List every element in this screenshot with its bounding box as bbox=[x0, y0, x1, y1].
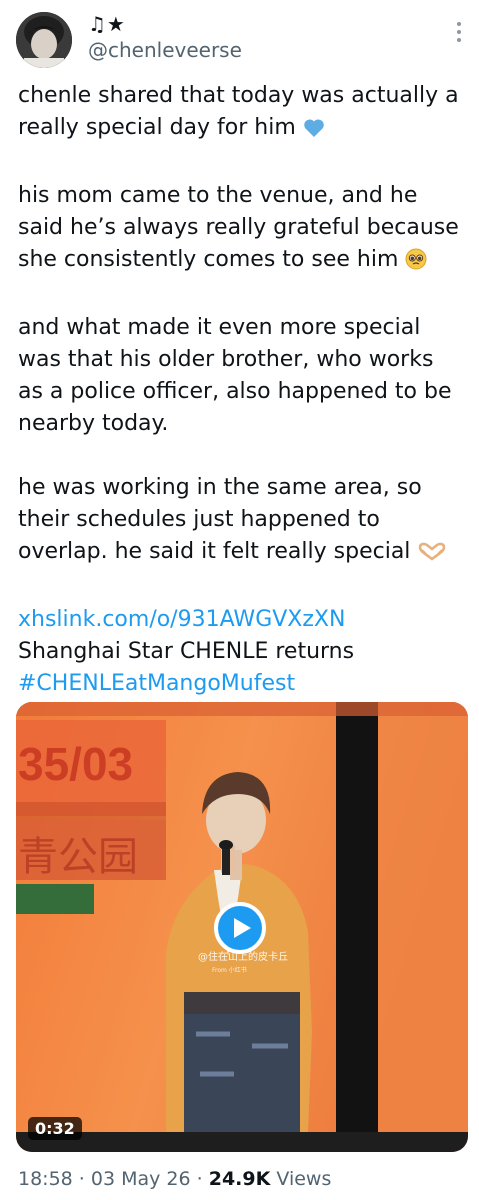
user-handle[interactable]: @chenleveerse bbox=[88, 38, 242, 62]
venue-sign: 青公园 bbox=[18, 834, 138, 880]
video-duration: 0:32 bbox=[28, 1117, 82, 1140]
tweet-paragraph: he was working in the same area, so thei… bbox=[18, 472, 464, 572]
display-name[interactable]: ♫★ bbox=[88, 12, 126, 36]
tweet-links: xhslink.com/o/931AWGVXzXN Shanghai Star … bbox=[18, 604, 464, 700]
tweet-caption: Shanghai Star CHENLE returns bbox=[18, 639, 355, 664]
views-count: 24.9K bbox=[208, 1168, 271, 1190]
tweet-paragraph: his mom came to the venue, and he said h… bbox=[18, 180, 464, 280]
avatar[interactable] bbox=[16, 12, 72, 68]
tweet-text: chenle shared that today was actually a … bbox=[18, 80, 464, 700]
video-player[interactable]: 35/03 青公园 @住在山上的皮卡丘 From 小红书 0:32 bbox=[16, 702, 468, 1152]
tweet-paragraph: chenle shared that today was actually a … bbox=[18, 80, 464, 148]
watermark-source: From 小红书 bbox=[212, 966, 247, 974]
blue-heart-icon bbox=[303, 116, 325, 148]
play-icon[interactable] bbox=[214, 902, 266, 954]
tweet-paragraph: and what made it even more special was t… bbox=[18, 315, 452, 436]
heart-hands-icon bbox=[417, 540, 447, 572]
tweet-meta: 18:58 · 03 May 26 · 24.9K Views bbox=[18, 1168, 331, 1190]
views-label: Views bbox=[270, 1168, 332, 1190]
tweet-header: ♫★ @chenleveerse bbox=[0, 0, 479, 80]
more-options-icon[interactable] bbox=[455, 22, 463, 46]
hashtag-link[interactable]: #CHENLEatMangoMufest bbox=[18, 671, 295, 696]
scoreboard-digits: 35/03 bbox=[18, 738, 133, 790]
pleading-face-icon bbox=[405, 248, 427, 280]
timestamp[interactable]: 18:58 · 03 May 26 · bbox=[18, 1168, 209, 1190]
external-link[interactable]: xhslink.com/o/931AWGVXzXN bbox=[18, 607, 345, 632]
